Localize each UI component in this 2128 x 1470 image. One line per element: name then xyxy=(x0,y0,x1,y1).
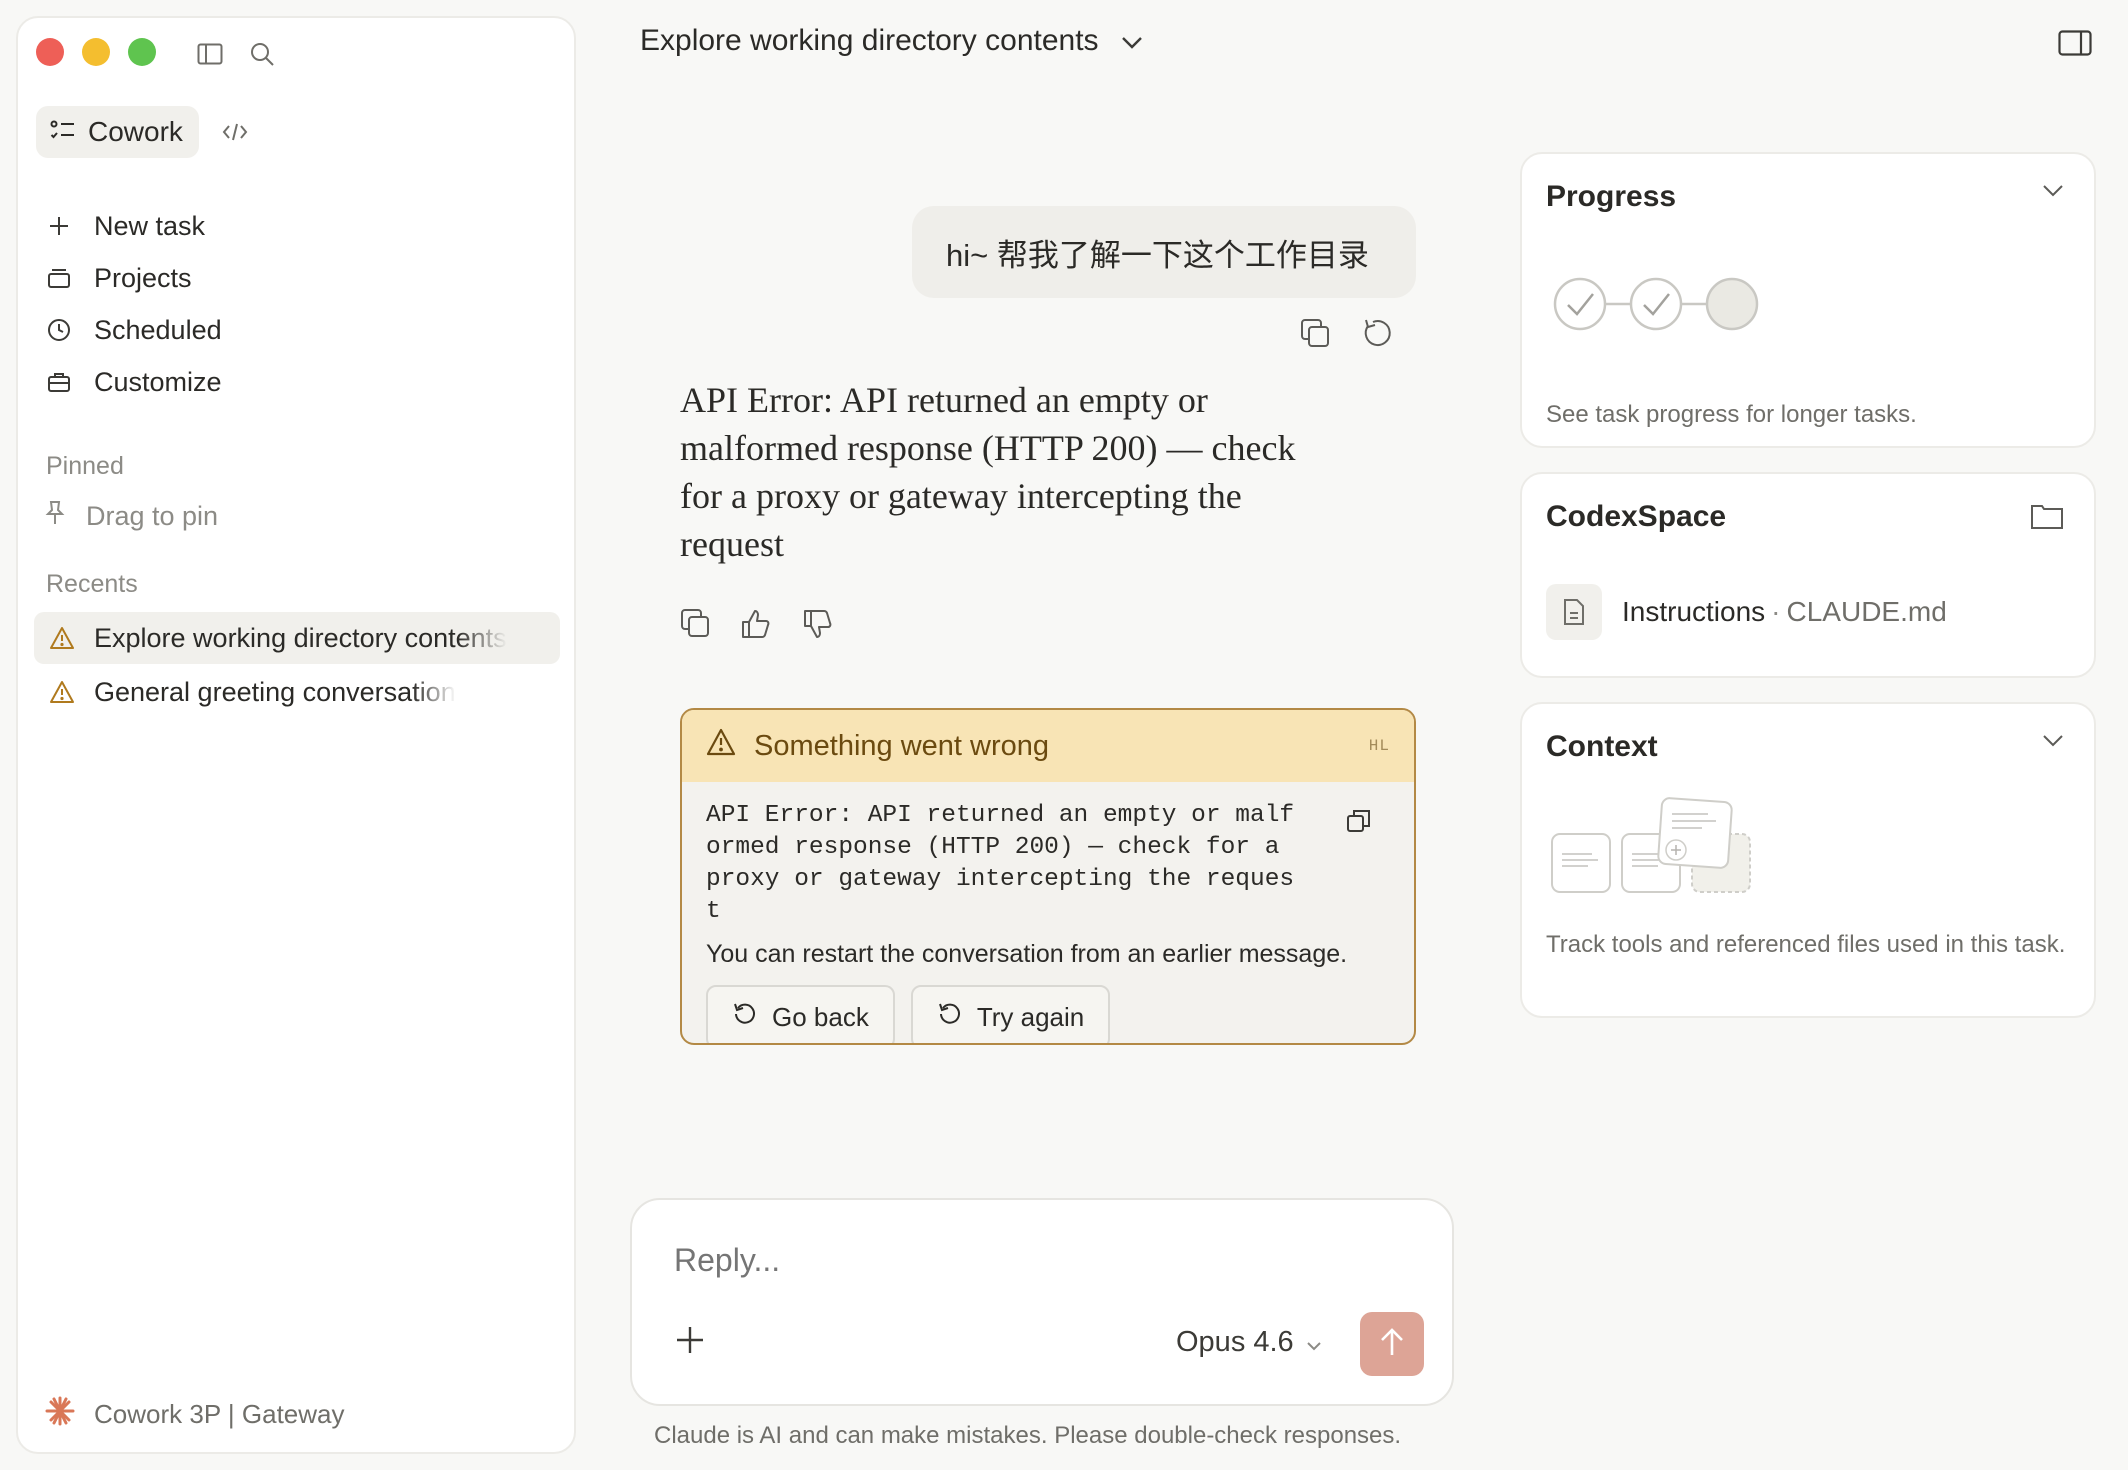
clock-icon xyxy=(44,315,74,345)
recent-item-explore-working-directory[interactable]: Explore working directory contents xyxy=(34,612,560,664)
sidebar-item-label: Scheduled xyxy=(94,314,222,345)
drag-to-pin-hint: Drag to pin xyxy=(44,500,218,533)
progress-panel-title: Progress xyxy=(1546,180,1677,213)
progress-panel-description: See task progress for longer tasks. xyxy=(1546,401,1917,428)
go-back-label: Go back xyxy=(772,1001,869,1032)
composer: Opus 4.6 xyxy=(630,1198,1454,1406)
thumbs-up-icon[interactable] xyxy=(740,608,772,645)
maximize-window-button[interactable] xyxy=(128,38,156,66)
folder-stack-icon xyxy=(44,263,74,293)
warning-icon xyxy=(706,728,736,764)
briefcase-icon xyxy=(44,367,74,397)
user-message-actions xyxy=(1300,318,1394,355)
error-card: Something went wrong HL API Error: API r… xyxy=(680,708,1416,1045)
recent-item-label: Explore working directory contents xyxy=(94,622,507,653)
page-title: Explore working directory contents xyxy=(640,24,1099,57)
search-icon[interactable] xyxy=(246,38,278,70)
workspace-panel-title: CodexSpace xyxy=(1546,500,1727,533)
progress-step-pending xyxy=(1705,277,1759,331)
workspace-panel: CodexSpace Instructions · CLAUDE.md xyxy=(1520,472,2096,678)
progress-step-done xyxy=(1629,277,1683,331)
sidebar-item-label: Projects xyxy=(94,262,192,293)
claude-logo-icon xyxy=(44,1395,76,1434)
cowork-mode-label: Cowork xyxy=(88,116,183,147)
assistant-message-text: API Error: API returned an empty or malf… xyxy=(680,380,1296,564)
user-message-bubble: hi~ 帮我了解一下这个工作目录 xyxy=(912,206,1416,298)
account-label: Cowork 3P | Gateway xyxy=(94,1399,345,1429)
sidebar-nav: New task Projects Scheduled Customize xyxy=(44,200,564,408)
progress-steps xyxy=(1550,272,1780,343)
sidebar-item-scheduled[interactable]: Scheduled xyxy=(44,304,564,356)
progress-step-done xyxy=(1553,277,1607,331)
file-name: Instructions xyxy=(1622,596,1766,627)
sidebar-item-label: Customize xyxy=(94,366,222,397)
file-separator: · xyxy=(1771,596,1781,627)
sidebar-item-projects[interactable]: Projects xyxy=(44,252,564,304)
code-mode-icon[interactable] xyxy=(213,110,257,154)
warning-icon xyxy=(48,624,76,652)
sidebar-toggle-icon[interactable] xyxy=(194,38,226,70)
send-button[interactable] xyxy=(1360,1312,1424,1376)
file-path: CLAUDE.md xyxy=(1786,596,1947,627)
model-label: Opus 4.6 xyxy=(1176,1326,1294,1358)
account-footer[interactable]: Cowork 3P | Gateway xyxy=(44,1395,345,1434)
recents-list: Explore working directory contents Gener… xyxy=(34,612,560,720)
plus-icon xyxy=(44,211,74,241)
window-controls xyxy=(36,38,156,66)
document-icon xyxy=(1546,584,1602,640)
conversation-title-dropdown[interactable]: Explore working directory contents xyxy=(640,24,1143,58)
try-again-button[interactable]: Try again xyxy=(910,985,1111,1043)
chevron-down-icon[interactable] xyxy=(2042,184,2064,203)
model-selector[interactable]: Opus 4.6 xyxy=(1176,1326,1322,1359)
instructions-file-row[interactable]: Instructions · CLAUDE.md xyxy=(1546,584,1947,640)
chevron-down-icon xyxy=(1121,24,1143,58)
chevron-down-icon xyxy=(1306,1326,1322,1359)
recent-item-general-greeting[interactable]: General greeting conversation xyxy=(34,666,560,718)
checklist-icon xyxy=(50,116,76,148)
copy-error-icon[interactable] xyxy=(1346,808,1372,839)
reply-input[interactable] xyxy=(674,1242,1374,1279)
error-detail: API Error: API returned an empty or malf… xyxy=(706,802,1295,925)
error-tag: HL xyxy=(1368,737,1390,755)
sidebar-item-customize[interactable]: Customize xyxy=(44,356,564,408)
cowork-mode-button[interactable]: Cowork xyxy=(36,106,199,158)
user-message-text: hi~ 帮我了解一下这个工作目录 xyxy=(946,237,1369,273)
copy-icon[interactable] xyxy=(1300,318,1330,355)
chevron-down-icon[interactable] xyxy=(2042,734,2064,753)
error-title: Something went wrong xyxy=(754,729,1049,762)
arrow-up-icon xyxy=(1379,1327,1405,1362)
assistant-message-actions xyxy=(680,608,834,645)
pinned-section-label: Pinned xyxy=(46,452,124,480)
sidebar-item-new-task[interactable]: New task xyxy=(44,200,564,252)
context-panel: Context Track tools and referenced files… xyxy=(1520,702,2096,1018)
retry-icon[interactable] xyxy=(1362,318,1394,355)
copy-icon[interactable] xyxy=(680,608,710,645)
retry-icon xyxy=(937,1001,963,1034)
context-panel-description: Track tools and referenced files used in… xyxy=(1546,931,2066,958)
error-hint: You can restart the conversation from an… xyxy=(706,940,1348,968)
add-attachment-icon[interactable] xyxy=(674,1324,706,1361)
error-card-header: Something went wrong HL xyxy=(682,710,1414,782)
sidebar: Cowork New task Projects Scheduled Custo… xyxy=(16,16,576,1454)
close-window-button[interactable] xyxy=(36,38,64,66)
context-illustration xyxy=(1550,796,1770,911)
minimize-window-button[interactable] xyxy=(82,38,110,66)
drag-to-pin-label: Drag to pin xyxy=(86,501,219,531)
right-panel-toggle-icon[interactable] xyxy=(2058,30,2092,61)
folder-icon[interactable] xyxy=(2030,502,2064,535)
sidebar-item-label: New task xyxy=(94,210,206,241)
undo-icon xyxy=(732,1001,758,1034)
context-panel-title: Context xyxy=(1546,730,1658,763)
warning-icon xyxy=(48,678,76,706)
thumbs-down-icon[interactable] xyxy=(802,608,834,645)
disclaimer-text: Claude is AI and can make mistakes. Plea… xyxy=(654,1422,1402,1449)
recents-section-label: Recents xyxy=(46,570,138,598)
recent-item-label: General greeting conversation xyxy=(94,676,456,707)
go-back-button[interactable]: Go back xyxy=(706,985,895,1043)
progress-panel: Progress See task progress for longer ta… xyxy=(1520,152,2096,448)
try-again-label: Try again xyxy=(976,1001,1085,1032)
pin-icon xyxy=(44,500,66,533)
